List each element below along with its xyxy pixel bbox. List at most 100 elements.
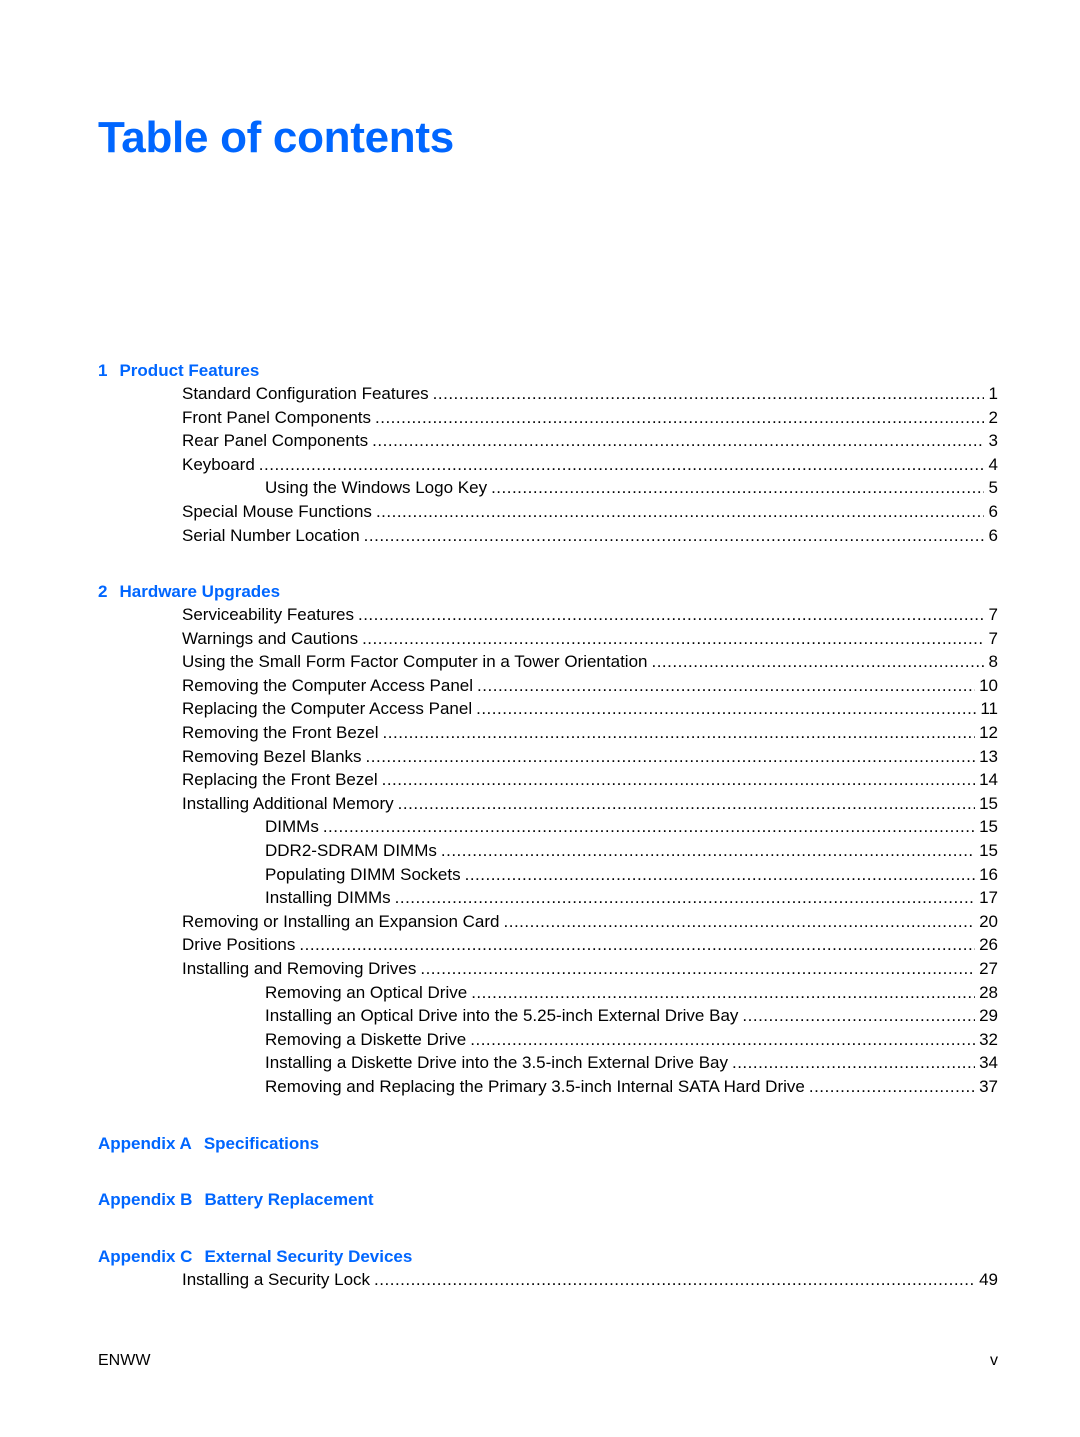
chapter-number: Appendix A: [98, 1134, 192, 1153]
toc-entry[interactable]: Installing a Diskette Drive into the 3.5…: [265, 1052, 998, 1074]
toc-entry[interactable]: Installing Additional Memory 15: [182, 793, 998, 815]
toc-entry[interactable]: Installing and Removing Drives 27: [182, 958, 998, 980]
toc-entry-label: Removing Bezel Blanks: [182, 746, 362, 766]
chapter-title: Product Features: [119, 361, 260, 380]
dot-leader: [477, 675, 975, 697]
toc-entry-label: Replacing the Computer Access Panel: [182, 699, 473, 719]
dot-leader: [465, 864, 975, 886]
toc-chapter-heading[interactable]: 1 Product Features: [98, 360, 259, 382]
toc-entry-label: Populating DIMM Sockets: [265, 864, 461, 884]
dot-leader: [476, 698, 976, 720]
toc-entry[interactable]: Removing and Replacing the Primary 3.5-i…: [265, 1076, 998, 1098]
toc-entry[interactable]: Removing the Front Bezel 12: [182, 722, 998, 744]
toc-entry[interactable]: Serviceability Features 7: [182, 604, 998, 626]
toc-entry[interactable]: Replacing the Front Bezel 14: [182, 769, 998, 791]
toc-entry[interactable]: Replacing the Computer Access Panel 11: [182, 698, 998, 720]
toc-entry-page-number: 4: [988, 454, 998, 474]
toc-entry-page-number: 13: [979, 746, 998, 766]
toc-entry[interactable]: Special Mouse Functions 6: [182, 501, 998, 523]
dot-leader: [358, 604, 984, 626]
toc-entry[interactable]: Serial Number Location 6: [182, 525, 998, 547]
dot-leader: [471, 982, 975, 1004]
chapter-title: External Security Devices: [204, 1247, 413, 1266]
toc-entry-label: Removing and Replacing the Primary 3.5-i…: [265, 1077, 805, 1096]
toc-entry[interactable]: Warnings and Cautions 7: [182, 628, 998, 650]
toc-entry-page-number: 32: [979, 1029, 998, 1049]
toc-entry[interactable]: Keyboard 4: [182, 454, 998, 476]
dot-leader: [398, 793, 975, 815]
toc-entry[interactable]: Removing Bezel Blanks 13: [182, 746, 998, 768]
toc-entry[interactable]: Standard Configuration Features 1: [182, 383, 998, 405]
toc-entry[interactable]: Installing a Security Lock 49: [182, 1269, 998, 1291]
dot-leader: [323, 816, 975, 838]
toc-entry[interactable]: Removing or Installing an Expansion Card…: [182, 911, 998, 933]
toc-entry[interactable]: Removing the Computer Access Panel 10: [182, 675, 998, 697]
chapter-title: Battery Replacement: [204, 1190, 374, 1209]
toc-entry-label: Using the Windows Logo Key: [265, 478, 488, 498]
toc-entry-label: Removing a Diskette Drive: [265, 1029, 467, 1049]
toc-entry-label: Installing Additional Memory: [182, 793, 394, 813]
dot-leader: [441, 840, 975, 862]
toc-entry[interactable]: Using the Windows Logo Key 5: [265, 477, 998, 499]
toc-chapter-heading[interactable]: Appendix B Battery Replacement: [98, 1189, 374, 1211]
toc-entry-label: Installing DIMMs: [265, 888, 391, 908]
toc-entry[interactable]: Front Panel Components 2: [182, 407, 998, 429]
toc-entry-page-number: 1: [988, 384, 998, 403]
dot-leader: [375, 407, 984, 429]
toc-entry-label: Removing or Installing an Expansion Card: [182, 911, 500, 931]
toc-chapter-heading[interactable]: 2 Hardware Upgrades: [98, 581, 280, 603]
toc-entry-page-number: 29: [979, 1006, 998, 1026]
toc-entry-page-number: 8: [988, 652, 998, 672]
toc-chapter-heading[interactable]: Appendix C External Security Devices: [98, 1246, 412, 1268]
toc-entry-label: Installing a Security Lock: [182, 1270, 371, 1289]
page-number: v: [990, 1352, 998, 1369]
toc-entry[interactable]: Populating DIMM Sockets 16: [265, 864, 998, 886]
toc-entry-label: Special Mouse Functions: [182, 502, 372, 521]
toc-entry[interactable]: Installing an Optical Drive into the 5.2…: [265, 1005, 998, 1027]
page-title: Table of contents: [98, 113, 454, 162]
toc-entry-label: Removing the Computer Access Panel: [182, 675, 474, 695]
toc-chapter-heading[interactable]: Appendix A Specifications: [98, 1133, 319, 1155]
toc-entry-label: Warnings and Cautions: [182, 628, 359, 648]
toc-entry-page-number: 6: [988, 525, 998, 545]
toc-entry-label: Replacing the Front Bezel: [182, 770, 378, 790]
toc-entry[interactable]: Drive Positions 26: [182, 934, 998, 956]
chapter-number: Appendix B: [98, 1190, 193, 1209]
toc-entry-label: Front Panel Components: [182, 407, 371, 427]
toc-entry[interactable]: DDR2-SDRAM DIMMs 15: [265, 840, 998, 862]
toc-entry-label: Serial Number Location: [182, 525, 360, 545]
toc-entry-label: Keyboard: [182, 454, 255, 474]
dot-leader: [362, 628, 984, 650]
chapter-title: Specifications: [203, 1134, 320, 1153]
dot-leader: [376, 501, 984, 523]
toc-entry-page-number: 37: [979, 1077, 998, 1096]
dot-leader: [259, 454, 984, 476]
toc-entry-label: Standard Configuration Features: [182, 384, 429, 403]
toc-entry[interactable]: Removing a Diskette Drive 32: [265, 1029, 998, 1051]
toc-entry-page-number: 2: [988, 407, 998, 427]
toc-entry[interactable]: DIMMs 15: [265, 816, 998, 838]
toc-entry-page-number: 27: [979, 959, 998, 978]
dot-leader: [470, 1029, 975, 1051]
toc-entry[interactable]: Installing DIMMs 17: [265, 887, 998, 909]
toc-entry-label: DIMMs: [265, 817, 319, 837]
toc-entry-page-number: 3: [988, 431, 998, 451]
chapter-number: 1: [98, 361, 108, 380]
toc-entry-page-number: 26: [979, 935, 998, 955]
toc-entry-page-number: 6: [988, 502, 998, 521]
footer-label: ENWW: [98, 1352, 151, 1369]
toc-entry-label: Serviceability Features: [182, 605, 354, 624]
toc-entry-page-number: 12: [979, 723, 998, 742]
dot-leader: [364, 525, 984, 547]
toc-entry[interactable]: Removing an Optical Drive 28: [265, 982, 998, 1004]
dot-leader: [433, 383, 984, 405]
dot-leader: [366, 746, 976, 768]
chapter-title: Hardware Upgrades: [119, 582, 281, 601]
toc-entry[interactable]: Rear Panel Components 3: [182, 430, 998, 452]
dot-leader: [395, 887, 975, 909]
toc-entry-label: Installing an Optical Drive into the 5.2…: [265, 1006, 739, 1026]
toc-entry-page-number: 15: [979, 841, 998, 860]
toc-entry-page-number: 14: [979, 770, 998, 790]
toc-entry[interactable]: Using the Small Form Factor Computer in …: [182, 651, 998, 673]
toc-entry-label: Installing a Diskette Drive into the 3.5…: [265, 1053, 728, 1073]
